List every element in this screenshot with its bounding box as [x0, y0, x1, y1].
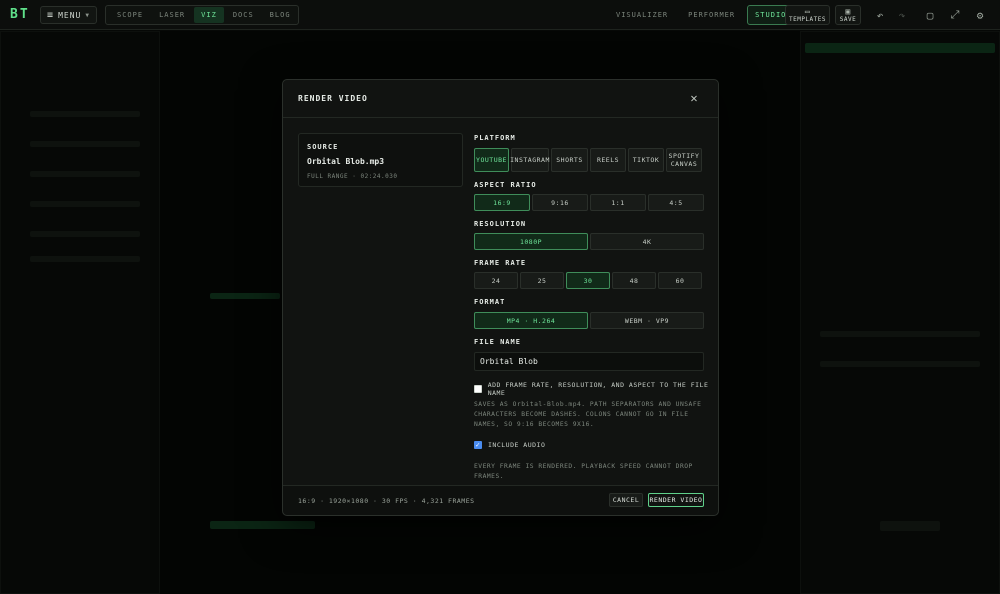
- gear-icon[interactable]: ⚙: [971, 6, 989, 24]
- save-path-note: SAVES AS Orbital-Blob.mp4. PATH SEPARATO…: [474, 401, 702, 428]
- nav-laser[interactable]: LASER: [152, 7, 192, 23]
- frame-rate-label: FRAME RATE: [474, 259, 527, 267]
- render-summary: 16:9 · 1920×1080 · 30 FPS · 4,321 FRAMES: [298, 497, 475, 505]
- resolution-4k[interactable]: 4K: [590, 233, 704, 250]
- frame-rate-options: 24 25 30 48 60: [474, 272, 702, 289]
- include-audio-row: ✓ INCLUDE AUDIO: [474, 441, 545, 449]
- platform-reels[interactable]: REELS: [590, 148, 626, 172]
- fps-24[interactable]: 24: [474, 272, 518, 289]
- folder-icon: ▭: [804, 6, 811, 16]
- platform-options: YOUTUBE INSTAGRAM SHORTS REELS TIKTOK SP…: [474, 148, 702, 172]
- fps-25[interactable]: 25: [520, 272, 564, 289]
- resolution-options: 1080P 4K: [474, 233, 704, 250]
- append-details-label[interactable]: ADD FRAME RATE, RESOLUTION, AND ASPECT T…: [488, 381, 718, 397]
- source-label: SOURCE: [307, 143, 339, 151]
- save-button[interactable]: ▣ SAVE: [835, 5, 861, 25]
- dialog-footer: 16:9 · 1920×1080 · 30 FPS · 4,321 FRAMES…: [283, 485, 718, 515]
- append-details-row: ADD FRAME RATE, RESOLUTION, AND ASPECT T…: [474, 381, 718, 397]
- platform-label: PLATFORM: [474, 134, 516, 142]
- chevron-down-icon: ▼: [85, 11, 90, 19]
- expand-icon[interactable]: ⤢: [946, 6, 964, 24]
- format-mp4-h264[interactable]: MP4 · H.264: [474, 312, 588, 329]
- platform-tiktok[interactable]: TIKTOK: [628, 148, 664, 172]
- templates-label: TEMPLATES: [788, 15, 826, 23]
- top-bar: BT ≡ MENU ▼ SCOPE LASER VIZ DOCS BLOG VI…: [0, 0, 1000, 30]
- source-range: FULL RANGE · 02:24.030: [307, 173, 398, 180]
- resolution-1080p[interactable]: 1080P: [474, 233, 588, 250]
- render-video-button[interactable]: RENDER VIDEO: [648, 493, 704, 507]
- nav-docs[interactable]: DOCS: [226, 7, 261, 23]
- menu-label: MENU: [58, 10, 82, 20]
- file-name-input[interactable]: [474, 352, 704, 371]
- resolution-label: RESOLUTION: [474, 220, 527, 228]
- nav-blog[interactable]: BLOG: [263, 7, 298, 23]
- aspect-4-5[interactable]: 4:5: [648, 194, 704, 211]
- menu-button[interactable]: ≡ MENU ▼: [40, 6, 97, 24]
- platform-shorts[interactable]: SHORTS: [551, 148, 588, 172]
- nav-scope[interactable]: SCOPE: [110, 7, 150, 23]
- file-name-label: FILE NAME: [474, 338, 521, 346]
- render-video-dialog: RENDER VIDEO ✕ SOURCE Orbital Blob.mp3 F…: [282, 79, 719, 516]
- format-label: FORMAT: [474, 298, 506, 306]
- cancel-button[interactable]: CANCEL: [609, 493, 643, 507]
- fps-30[interactable]: 30: [566, 272, 610, 289]
- nav-viz[interactable]: VIZ: [194, 7, 224, 23]
- redo-icon[interactable]: ↷: [893, 6, 911, 24]
- include-audio-label[interactable]: INCLUDE AUDIO: [488, 441, 545, 449]
- undo-icon[interactable]: ↶: [871, 6, 889, 24]
- include-audio-checkbox[interactable]: ✓: [474, 441, 482, 449]
- aspect-1-1[interactable]: 1:1: [590, 194, 646, 211]
- save-label: SAVE: [839, 15, 857, 23]
- source-file-name: Orbital Blob.mp3: [307, 157, 385, 166]
- fps-48[interactable]: 48: [612, 272, 656, 289]
- source-card: SOURCE Orbital Blob.mp3 FULL RANGE · 02:…: [298, 133, 463, 187]
- site-nav: SCOPE LASER VIZ DOCS BLOG: [105, 5, 299, 25]
- app-logo[interactable]: BT: [10, 7, 30, 22]
- append-details-checkbox[interactable]: [474, 385, 482, 393]
- aspect-16-9[interactable]: 16:9: [474, 194, 530, 211]
- mode-performer[interactable]: PERFORMER: [680, 5, 743, 25]
- render-note: EVERY FRAME IS RENDERED. PLAYBACK SPEED …: [474, 463, 693, 480]
- aspect-ratio-options: 16:9 9:16 1:1 4:5: [474, 194, 704, 211]
- dialog-header: RENDER VIDEO ✕: [283, 80, 718, 118]
- platform-instagram[interactable]: INSTAGRAM: [510, 148, 549, 172]
- templates-button[interactable]: ▭ TEMPLATES: [785, 5, 830, 25]
- comment-icon[interactable]: ▢: [921, 6, 939, 24]
- floppy-disk-icon: ▣: [845, 6, 851, 16]
- aspect-ratio-label: ASPECT RATIO: [474, 181, 537, 189]
- mode-visualizer[interactable]: VISUALIZER: [608, 5, 676, 25]
- fps-60[interactable]: 60: [658, 272, 702, 289]
- dialog-title: RENDER VIDEO: [298, 94, 368, 103]
- mode-switcher: VISUALIZER PERFORMER STUDIO: [608, 5, 795, 25]
- format-webm-vp9[interactable]: WEBM · VP9: [590, 312, 704, 329]
- aspect-9-16[interactable]: 9:16: [532, 194, 588, 211]
- platform-spotify-canvas[interactable]: SPOTIFY CANVAS: [666, 148, 702, 172]
- hamburger-icon: ≡: [47, 9, 55, 21]
- platform-youtube[interactable]: YOUTUBE: [474, 148, 509, 172]
- format-options: MP4 · H.264 WEBM · VP9: [474, 312, 704, 329]
- close-icon[interactable]: ✕: [686, 90, 702, 106]
